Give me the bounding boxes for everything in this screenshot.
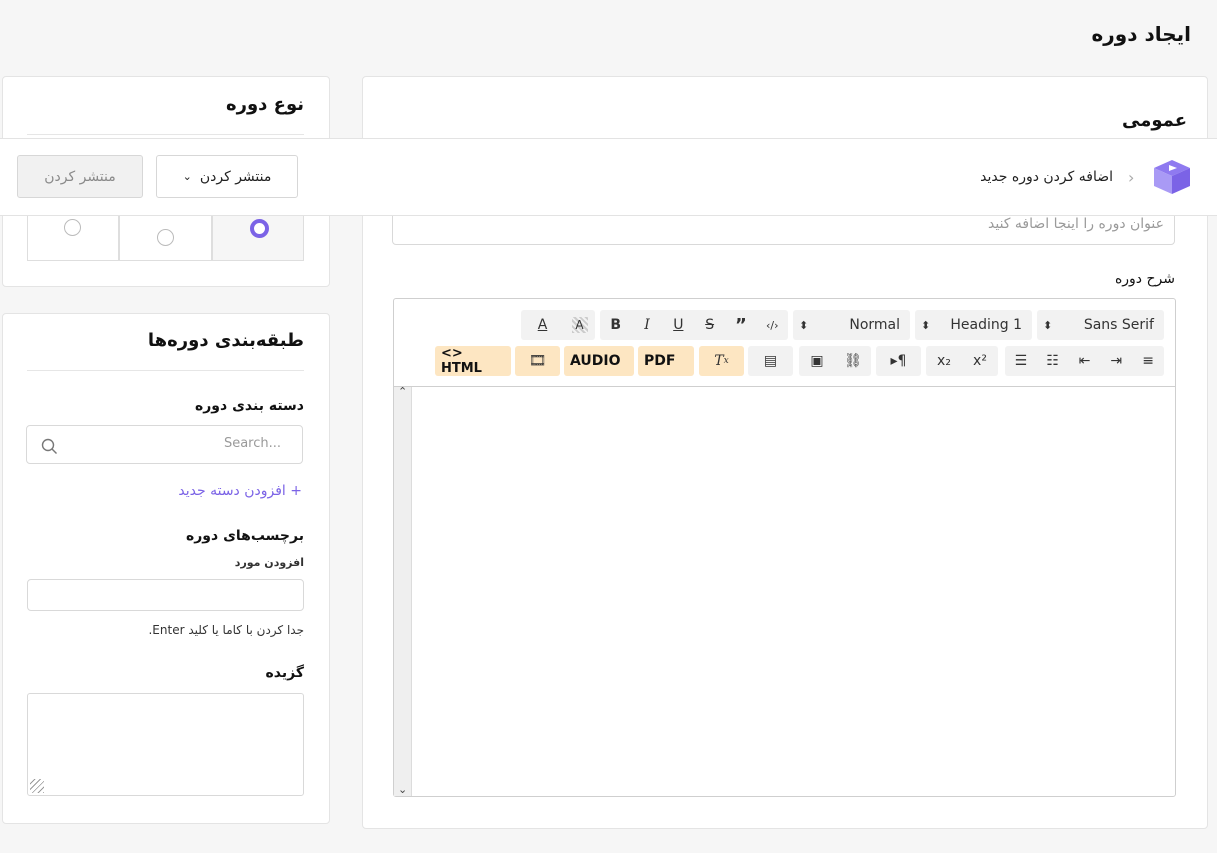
course-type-option-2[interactable] <box>119 214 212 261</box>
code-icon[interactable]: ‹/› <box>758 310 786 340</box>
course-type-option-1[interactable] <box>212 214 304 261</box>
course-box-icon <box>1154 160 1190 194</box>
excerpt-label: گزیده <box>265 665 304 681</box>
breadcrumb[interactable]: اضافه کردن دوره جدید <box>980 169 1113 185</box>
general-heading: عمومی <box>1121 110 1187 131</box>
add-category-link[interactable]: + افزودن دسته جدید <box>178 483 302 499</box>
scroll-up-icon[interactable]: ⌃ <box>398 385 407 398</box>
film-icon: 🎞 <box>528 353 547 369</box>
course-type-option-3[interactable] <box>27 214 119 261</box>
color-group: A A <box>521 310 595 340</box>
blockquote-icon[interactable]: ” <box>727 310 755 340</box>
sticky-top-bar: › اضافه کردن دوره جدید منتشر کردن ⌄ منتش… <box>0 138 1217 216</box>
course-type-heading: نوع دوره <box>225 94 304 115</box>
category-label: دسته بندی دوره <box>194 398 304 414</box>
editor-scrollbar[interactable]: ⌃ ⌄ <box>394 385 412 796</box>
categories-heading: طبقه‌بندی دوره‌ها <box>147 330 304 351</box>
bold-icon[interactable]: B <box>602 310 630 340</box>
resize-handle-icon[interactable] <box>30 779 44 793</box>
radio-selected[interactable] <box>250 219 269 238</box>
outdent-icon[interactable]: ⇤ <box>1070 346 1098 376</box>
heading-select[interactable]: ⬍ Heading 1 <box>915 310 1032 340</box>
clear-format-button[interactable]: Tx <box>699 346 744 376</box>
size-select[interactable]: ⬍ Normal <box>793 310 910 340</box>
background-color-icon[interactable]: A <box>571 317 588 333</box>
bullet-list-icon[interactable]: ☷ <box>1039 346 1067 376</box>
scroll-down-icon[interactable]: ⌄ <box>398 783 407 796</box>
page-title: ایجاد دوره <box>1091 22 1191 46</box>
table-icon[interactable]: ▤ <box>757 346 785 376</box>
list-group: ☰ ☷ ⇤ ⇥ ≡ <box>1005 346 1164 376</box>
course-title-placeholder: عنوان دوره را اینجا اضافه کنید <box>988 216 1164 232</box>
superscript-icon[interactable]: x² <box>966 346 994 376</box>
video-button[interactable]: 🎞 <box>515 346 560 376</box>
select-arrows-icon: ⬍ <box>921 318 931 332</box>
chevron-right-icon: › <box>1128 168 1135 187</box>
category-search-input[interactable]: Search... <box>26 425 303 464</box>
radio-unselected[interactable] <box>64 219 81 236</box>
tags-input[interactable] <box>27 579 304 611</box>
search-icon <box>41 438 57 454</box>
description-label: شرح دوره <box>1114 271 1175 287</box>
excerpt-textarea[interactable] <box>27 693 304 796</box>
tags-label: برچسب‌های دوره <box>185 528 304 544</box>
strike-icon[interactable]: S <box>696 310 724 340</box>
font-select[interactable]: ⬍ Sans Serif <box>1037 310 1164 340</box>
editor-content-area[interactable] <box>412 387 1175 796</box>
image-icon[interactable]: ▣ <box>803 346 831 376</box>
select-arrows-icon: ⬍ <box>799 318 809 332</box>
italic-icon[interactable]: I <box>633 310 661 340</box>
ordered-list-icon[interactable]: ☰ <box>1007 346 1035 376</box>
html-button[interactable]: <> HTML <box>435 346 511 376</box>
tags-hint: جدا کردن با کاما یا کلید Enter. <box>148 623 304 637</box>
publish-dropdown-button[interactable]: منتشر کردن ⌄ <box>156 155 298 198</box>
table-group: ▤ <box>748 346 793 376</box>
radio-unselected[interactable] <box>157 229 174 246</box>
audio-button[interactable]: AUDIO <box>564 346 634 376</box>
select-arrows-icon: ⬍ <box>1043 318 1053 332</box>
subscript-icon[interactable]: x₂ <box>930 346 958 376</box>
text-color-icon[interactable]: A <box>529 310 557 340</box>
script-group: x₂ x² <box>926 346 998 376</box>
media-group: ▣ ⛓ <box>799 346 871 376</box>
direction-group: ▸¶ <box>876 346 921 376</box>
link-icon[interactable]: ⛓ <box>839 346 867 376</box>
add-item-label: افزودن مورد <box>234 556 304 569</box>
pdf-button[interactable]: PDF <box>638 346 694 376</box>
rtl-direction-icon[interactable]: ▸¶ <box>885 346 913 376</box>
publish-button[interactable]: منتشر کردن <box>17 155 143 198</box>
clear-format-icon: Tx <box>714 353 729 369</box>
underline-icon[interactable]: U <box>664 310 692 340</box>
chevron-down-icon: ⌄ <box>182 170 192 183</box>
indent-icon[interactable]: ⇥ <box>1102 346 1130 376</box>
format-group: B I U S ” ‹/› <box>600 310 788 340</box>
align-icon[interactable]: ≡ <box>1134 346 1162 376</box>
